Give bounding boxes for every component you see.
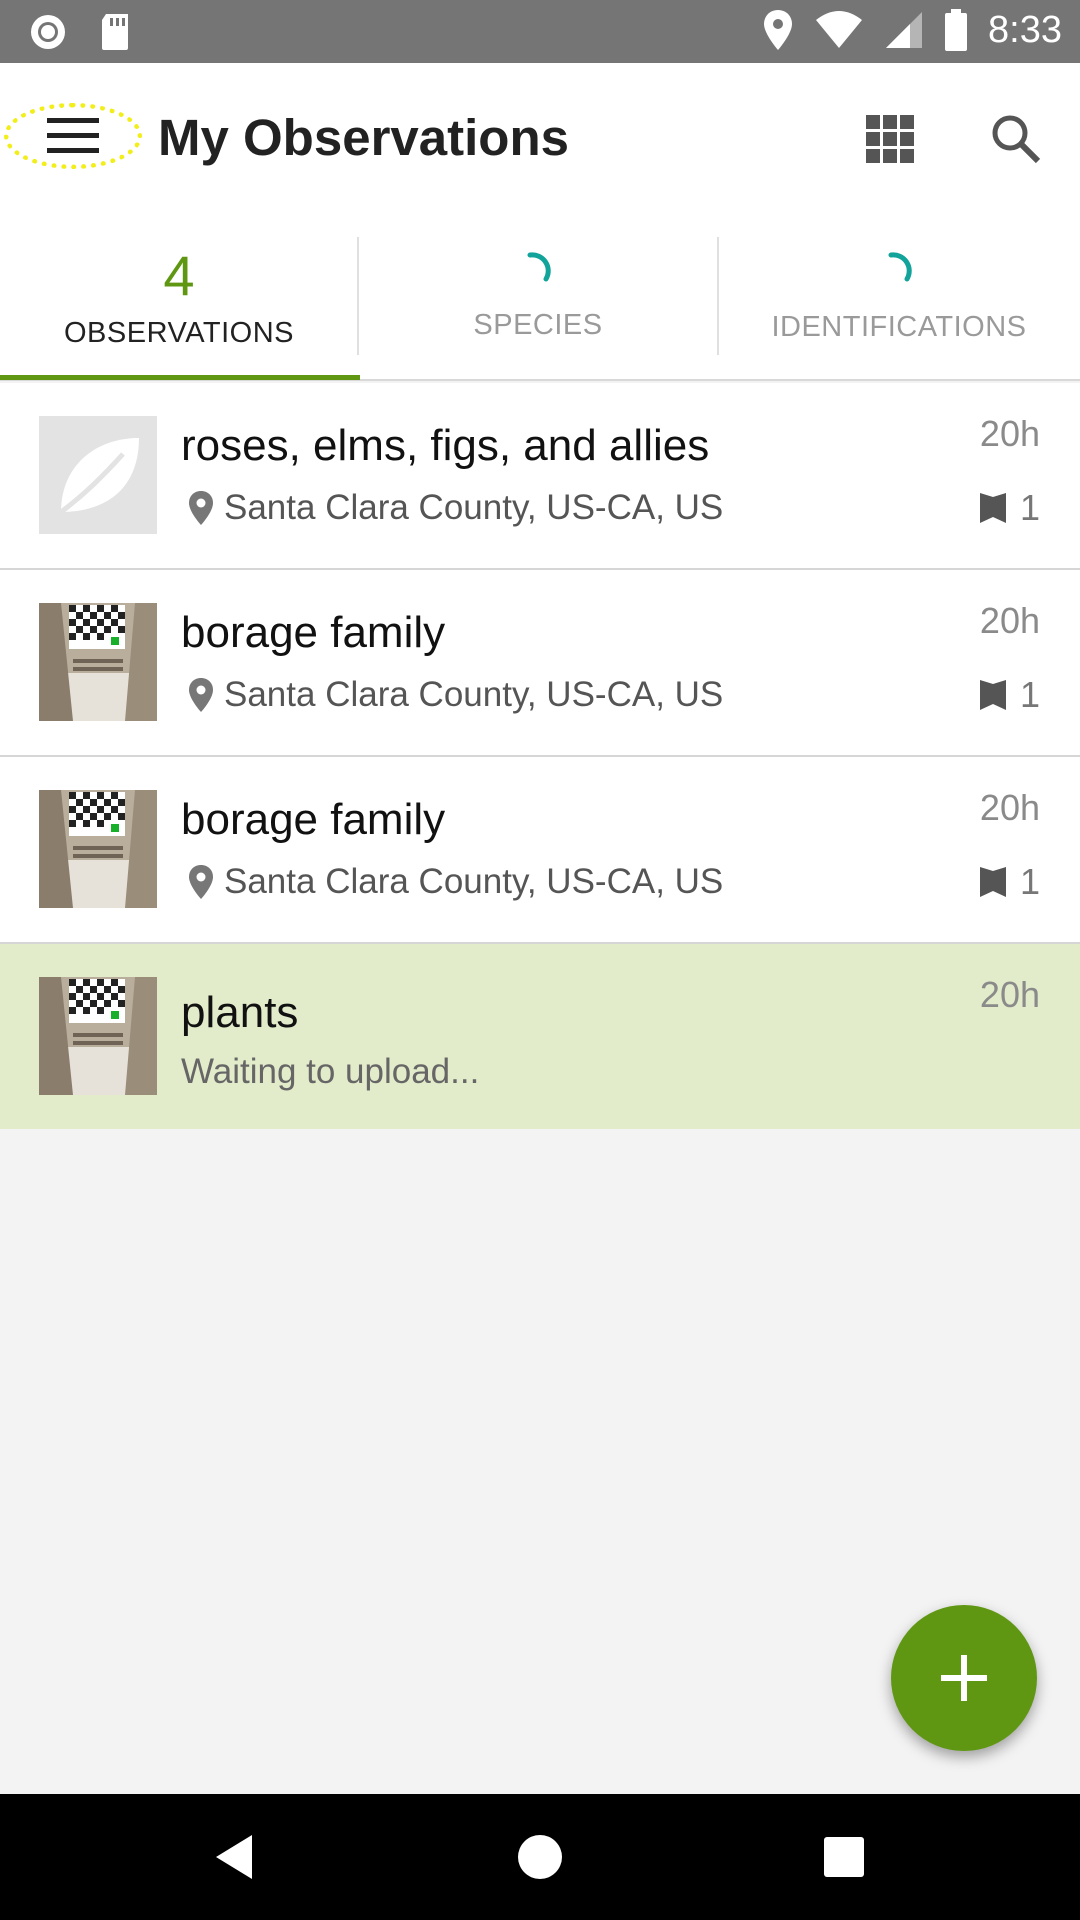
observation-thumbnail <box>39 416 157 534</box>
observation-location: Santa Clara County, US-CA, US <box>188 488 723 528</box>
search-button[interactable] <box>990 113 1042 165</box>
observation-location: Santa Clara County, US-CA, US <box>188 675 723 715</box>
identification-icon <box>979 493 1006 523</box>
navigation-bar <box>0 1794 1080 1920</box>
home-button[interactable] <box>510 1827 570 1887</box>
tab-species[interactable]: SPECIES <box>359 213 717 381</box>
photo-thumbnail <box>39 603 157 721</box>
loading-spinner-icon <box>527 252 551 282</box>
location-pin-icon <box>189 678 213 712</box>
id-count-text: 1 <box>1019 674 1040 715</box>
photo-thumbnail <box>39 977 157 1095</box>
location-text: Santa Clara County, US-CA, US <box>224 488 724 527</box>
plus-icon <box>941 1655 987 1701</box>
tab-label: SPECIES <box>473 309 603 341</box>
list-item[interactable]: borage family Santa Clara County, US-CA,… <box>0 757 1080 944</box>
tab-label: OBSERVATIONS <box>64 317 294 349</box>
observation-thumbnail <box>39 603 157 721</box>
list-item-pending[interactable]: plants Waiting to upload... 20h <box>0 944 1080 1129</box>
page-title: My Observations <box>158 109 569 166</box>
observation-location: Santa Clara County, US-CA, US <box>188 862 723 902</box>
wifi-icon <box>816 11 863 48</box>
status-time: 8:33 <box>988 8 1062 51</box>
list-item[interactable]: borage family Santa Clara County, US-CA,… <box>0 570 1080 757</box>
tab-divider <box>717 237 719 355</box>
back-button[interactable] <box>208 1827 268 1887</box>
observation-time: 20h <box>979 600 1040 641</box>
leaf-placeholder-icon <box>59 438 139 514</box>
observation-time: 20h <box>979 413 1040 454</box>
add-observation-button[interactable] <box>891 1605 1037 1751</box>
tab-bar: 4 OBSERVATIONS SPECIES IDENTIFICATIONS <box>0 213 1080 381</box>
observation-thumbnail <box>39 977 157 1095</box>
photo-thumbnail <box>39 790 157 908</box>
id-count-text: 1 <box>1019 861 1040 902</box>
identification-count: 1 <box>978 674 1040 716</box>
location-text: Santa Clara County, US-CA, US <box>224 862 724 901</box>
tab-label: IDENTIFICATIONS <box>771 311 1027 343</box>
observation-time: 20h <box>979 974 1040 1015</box>
upload-status: Waiting to upload... <box>181 1052 480 1091</box>
battery-icon <box>945 9 968 51</box>
observation-name: borage family <box>181 795 446 844</box>
observation-thumbnail <box>39 790 157 908</box>
home-icon <box>518 1835 562 1879</box>
signal-icon <box>886 12 923 48</box>
identification-icon <box>979 867 1006 897</box>
grid-view-button[interactable] <box>866 115 914 163</box>
sd-card-icon <box>102 14 128 50</box>
loading-spinner-icon <box>888 252 912 282</box>
id-count-text: 1 <box>1019 487 1040 528</box>
observation-list: roses, elms, figs, and allies Santa Clar… <box>0 383 1080 1129</box>
tab-observations[interactable]: 4 OBSERVATIONS <box>0 213 358 381</box>
search-icon <box>992 115 1041 164</box>
observation-name: roses, elms, figs, and allies <box>181 421 710 470</box>
tab-identifications[interactable]: IDENTIFICATIONS <box>720 213 1078 381</box>
location-text: Santa Clara County, US-CA, US <box>224 675 724 714</box>
identification-count: 1 <box>978 487 1040 529</box>
observations-count: 4 <box>163 244 195 307</box>
menu-button[interactable] <box>4 103 142 169</box>
status-bar: 8:33 <box>0 0 1080 63</box>
list-item[interactable]: roses, elms, figs, and allies Santa Clar… <box>0 383 1080 570</box>
recents-icon <box>824 1837 864 1877</box>
observation-name: plants <box>181 988 299 1037</box>
record-icon <box>31 15 65 49</box>
back-icon <box>216 1835 252 1879</box>
identification-icon <box>979 680 1006 710</box>
app-bar: My Observations <box>0 63 1080 213</box>
observation-time: 20h <box>979 787 1040 828</box>
location-icon <box>764 10 793 50</box>
location-pin-icon <box>189 491 213 525</box>
identification-count: 1 <box>978 861 1040 903</box>
observation-name: borage family <box>181 608 446 657</box>
active-tab-indicator <box>0 375 360 380</box>
location-pin-icon <box>189 865 213 899</box>
grid-view-icon <box>866 115 914 163</box>
recents-button[interactable] <box>814 1827 874 1887</box>
hamburger-menu-icon <box>47 118 99 153</box>
